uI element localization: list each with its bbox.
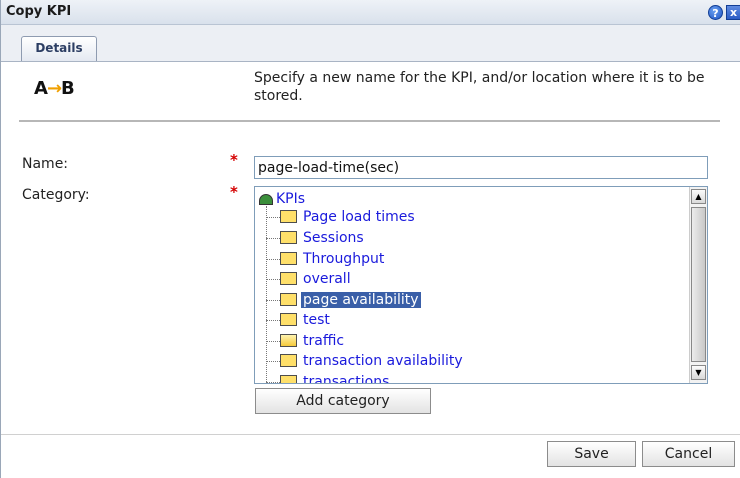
close-icon[interactable]: x [726,5,740,20]
footer-divider [1,434,740,435]
tree-item-test[interactable]: test [266,312,332,332]
tree-item-overall[interactable]: overall [266,271,353,291]
folder-icon [280,292,297,306]
dialog-title: Copy KPI [6,4,72,19]
folder-icon [280,209,297,223]
folder-icon [280,353,297,367]
category-label: Category: [22,187,90,203]
tree-item-label: Page load times [303,209,415,225]
copy-kpi-dialog: Copy KPI ? x Details A→B Specify a new n… [0,0,740,478]
help-icon[interactable]: ? [708,5,723,20]
tree-item-traffic[interactable]: traffic [266,333,346,353]
folder-icon [280,312,297,326]
category-required-marker: * [230,183,238,201]
folder-open-icon [280,333,297,347]
name-input[interactable] [254,156,708,179]
scrollbar-thumb[interactable] [691,207,706,362]
tree-item-label-selected: page availability [301,292,421,308]
tree-root-label: KPIs [276,191,306,207]
tab-strip: Details [1,25,740,62]
folder-icon [280,251,297,265]
tree-item-sessions[interactable]: Sessions [266,230,366,250]
tree-item-label: Throughput [303,251,385,267]
folder-icon [280,374,297,383]
tree-item-page-load-times[interactable]: Page load times [266,209,417,229]
name-label: Name: [22,156,69,172]
category-tree[interactable]: KPIs Page load times Sessions Throughput… [254,186,708,384]
ab-logo-icon: A→B [34,78,75,99]
divider [19,120,720,122]
tree-item-label: overall [303,271,351,287]
kpi-gauge-icon [259,193,273,205]
tree-item-transaction-availability[interactable]: transaction availability [266,353,465,373]
save-button[interactable]: Save [547,441,636,467]
tree-item-throughput[interactable]: Throughput [266,251,386,271]
tree-item-label: transactions [303,374,390,384]
add-category-button[interactable]: Add category [255,388,431,414]
tree-item-label: traffic [303,333,345,349]
tree-item-label: Sessions [303,230,364,246]
folder-icon [280,230,297,244]
title-bar: Copy KPI ? x [1,0,740,25]
cancel-button[interactable]: Cancel [642,441,735,467]
tab-details[interactable]: Details [21,36,97,61]
tree-item-label: test [303,312,330,328]
name-required-marker: * [230,151,238,169]
scroll-up-arrow-icon[interactable]: ▲ [691,189,706,204]
tree-item-transactions[interactable]: transactions [266,374,391,384]
description-text: Specify a new name for the KPI, and/or l… [254,70,705,104]
folder-icon [280,271,297,285]
scroll-down-arrow-icon[interactable]: ▼ [691,365,706,380]
tree-item-label: transaction availability [303,353,463,369]
tree-scrollbar[interactable]: ▲ ▼ [689,187,707,383]
tree-item-page-availability[interactable]: page availability [266,292,421,312]
tree-root-kpis[interactable]: KPIs [259,191,305,207]
